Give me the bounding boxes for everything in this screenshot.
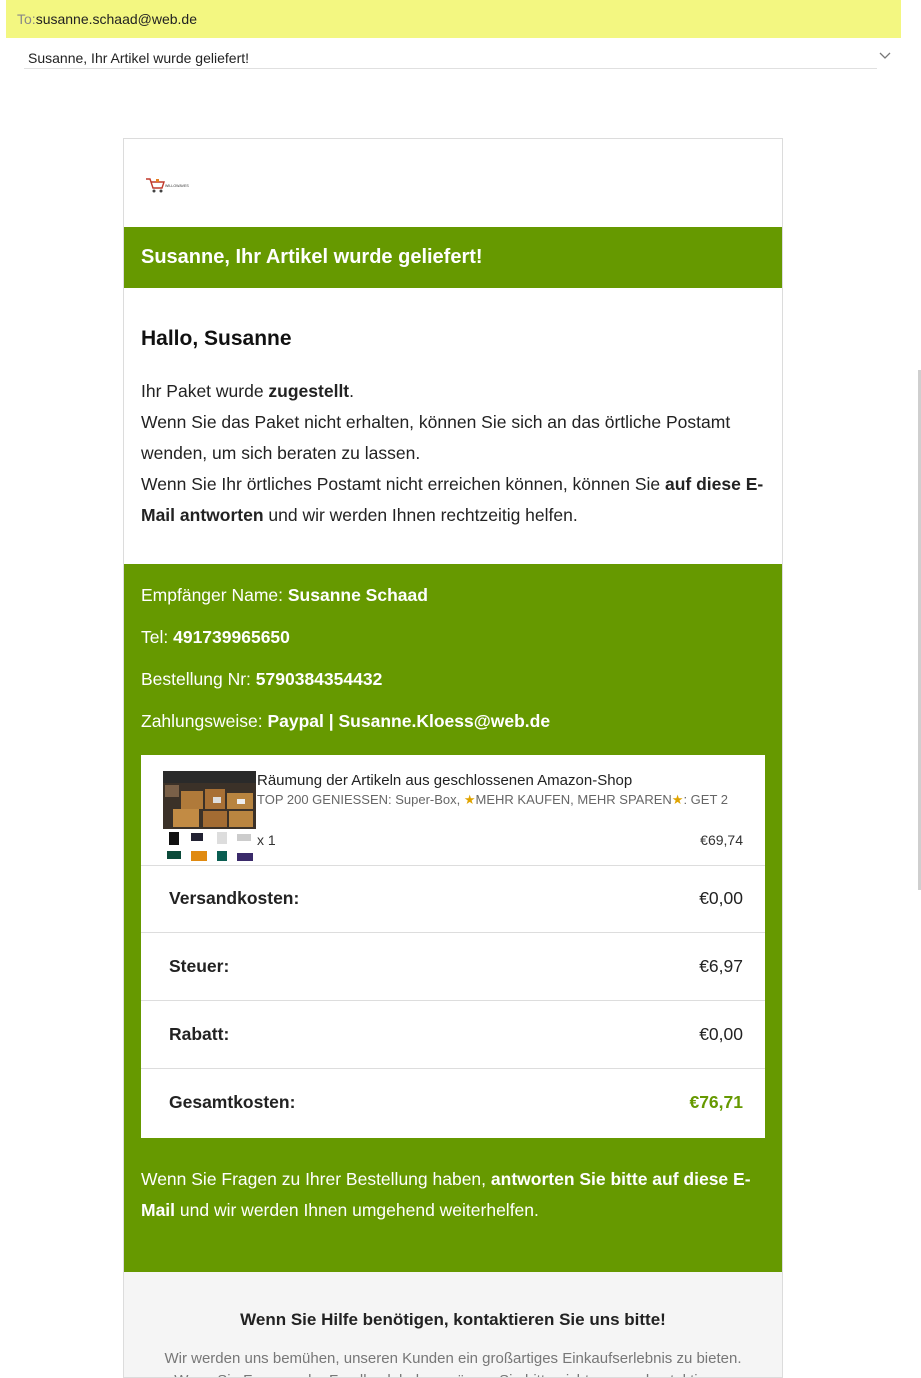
to-label: To: bbox=[17, 11, 36, 27]
payment-method: Zahlungsweise: Paypal | Susanne.Kloess@w… bbox=[141, 711, 551, 731]
email-body: WILLOWAVES Susanne, Ihr Artikel wurde ge… bbox=[123, 138, 783, 1378]
star-icon: ★ bbox=[671, 792, 684, 807]
product-price: €69,74 bbox=[700, 832, 743, 848]
intro-text: Ihr Paket wurde zugestellt. Wenn Sie das… bbox=[141, 381, 764, 525]
shipping-row: Versandkosten: €0,00 bbox=[141, 865, 765, 933]
product-quantity: x 1 bbox=[257, 832, 276, 848]
footer-text: Wir werden uns bemühen, unseren Kunden e… bbox=[164, 1350, 742, 1377]
order-number: Bestellung Nr: 5790384354432 bbox=[141, 669, 383, 689]
order-section: Empfänger Name: Susanne Schaad Tel: 4917… bbox=[124, 564, 782, 1272]
to-address[interactable]: susanne.schaad@web.de bbox=[36, 11, 197, 27]
footer: Wenn Sie Hilfe benötigen, kontaktieren S… bbox=[124, 1272, 782, 1377]
greeting: Hallo, Susanne bbox=[141, 327, 292, 350]
discount-row: Rabatt: €0,00 bbox=[141, 1001, 765, 1069]
product-title[interactable]: Räumung der Artikeln aus geschlossenen A… bbox=[257, 772, 632, 789]
banner-title: Susanne, Ihr Artikel wurde geliefert! bbox=[124, 227, 782, 288]
chevron-down-icon[interactable] bbox=[877, 47, 893, 63]
summary-label: Rabatt: bbox=[169, 1024, 230, 1044]
order-summary: Räumung der Artikeln aus geschlossenen A… bbox=[141, 755, 765, 1138]
summary-value: €0,00 bbox=[699, 888, 743, 908]
tax-row: Steuer: €6,97 bbox=[141, 933, 765, 1001]
total-value: €76,71 bbox=[689, 1092, 743, 1112]
summary-value: €0,00 bbox=[699, 1024, 743, 1044]
subject-field[interactable]: Susanne, Ihr Artikel wurde geliefert! bbox=[24, 45, 877, 69]
star-icon: ★ bbox=[463, 792, 476, 807]
product-row: Räumung der Artikeln aus geschlossenen A… bbox=[141, 755, 765, 866]
summary-label: Steuer: bbox=[169, 956, 230, 976]
help-text: Wenn Sie Fragen zu Ihrer Bestellung habe… bbox=[141, 1169, 751, 1220]
to-field[interactable]: To:susanne.schaad@web.de bbox=[6, 0, 901, 38]
total-label: Gesamtkosten: bbox=[169, 1092, 296, 1112]
footer-title: Wenn Sie Hilfe benötigen, kontaktieren S… bbox=[240, 1310, 666, 1329]
total-row: Gesamtkosten: €76,71 bbox=[141, 1069, 765, 1137]
summary-value: €6,97 bbox=[699, 956, 743, 976]
summary-label: Versandkosten: bbox=[169, 888, 300, 908]
store-logo: WILLOWAVES bbox=[146, 178, 189, 193]
product-image bbox=[163, 771, 256, 861]
logo-text: WILLOWAVES bbox=[165, 184, 189, 188]
product-subtitle: TOP 200 GENIESSEN: Super-Box, ★MEHR KAUF… bbox=[257, 792, 728, 807]
recipient-name: Empfänger Name: Susanne Schaad bbox=[141, 585, 428, 605]
phone-number: Tel: 491739965650 bbox=[141, 627, 290, 647]
